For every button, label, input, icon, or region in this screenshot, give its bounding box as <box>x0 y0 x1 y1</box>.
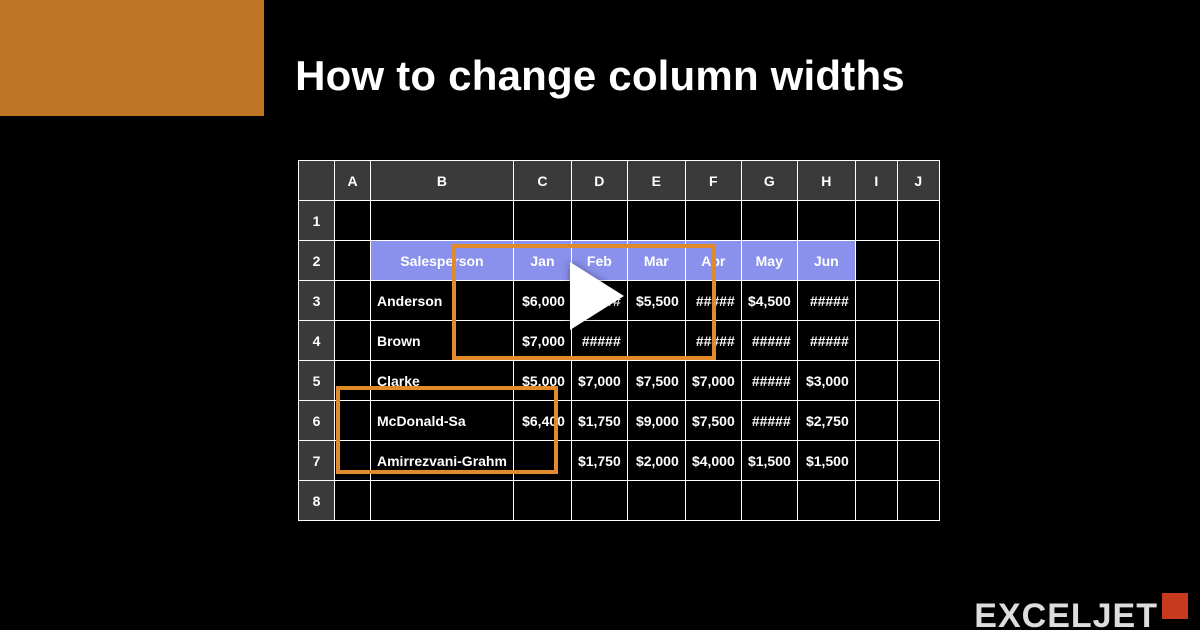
cell-value: $7,500 <box>627 361 685 401</box>
cell-value: ##### <box>797 321 855 361</box>
col-header: D <box>571 161 627 201</box>
col-header: F <box>685 161 741 201</box>
row-header: 7 <box>299 441 335 481</box>
cell-value: $9,000 <box>627 401 685 441</box>
brand-accent-icon <box>1162 593 1188 619</box>
row-header: 5 <box>299 361 335 401</box>
row-header: 1 <box>299 201 335 241</box>
cell-value: ##### <box>741 321 797 361</box>
row-header: 4 <box>299 321 335 361</box>
play-icon[interactable] <box>570 262 624 330</box>
cell-value: $2,000 <box>627 441 685 481</box>
cell-value: ##### <box>797 281 855 321</box>
header-month: May <box>741 241 797 281</box>
cell-value: $2,750 <box>797 401 855 441</box>
col-header: A <box>335 161 371 201</box>
cell-value: $4,500 <box>741 281 797 321</box>
cell-value: $7,000 <box>685 361 741 401</box>
cell-value: $1,750 <box>571 401 627 441</box>
cell-value: $4,000 <box>685 441 741 481</box>
grid-corner <box>299 161 335 201</box>
cell-value: ##### <box>741 401 797 441</box>
row-header: 6 <box>299 401 335 441</box>
highlight-rect-truncated-names <box>336 386 558 474</box>
row-header: 2 <box>299 241 335 281</box>
row-header: 8 <box>299 481 335 521</box>
col-header: I <box>855 161 897 201</box>
cell-value: $1,500 <box>741 441 797 481</box>
highlight-overlay <box>0 0 264 116</box>
col-header: C <box>513 161 571 201</box>
cell-value: ##### <box>741 361 797 401</box>
col-header: E <box>627 161 685 201</box>
cell-value: $7,500 <box>685 401 741 441</box>
header-month: Jun <box>797 241 855 281</box>
col-header: G <box>741 161 797 201</box>
cell-value: $7,000 <box>571 361 627 401</box>
col-header: H <box>797 161 855 201</box>
col-header: J <box>897 161 939 201</box>
row-header: 3 <box>299 281 335 321</box>
cell-value: $3,000 <box>797 361 855 401</box>
cell-value: $1,750 <box>571 441 627 481</box>
brand-text: EXCELJET <box>974 597 1158 630</box>
brand-logo: EXCELJET <box>974 593 1188 630</box>
video-thumbnail[interactable]: How to change column widths A B C D E F … <box>0 0 1200 630</box>
table-row: 8 <box>299 481 940 521</box>
col-header: B <box>371 161 514 201</box>
table-row: 1 <box>299 201 940 241</box>
cell-value: $1,500 <box>797 441 855 481</box>
